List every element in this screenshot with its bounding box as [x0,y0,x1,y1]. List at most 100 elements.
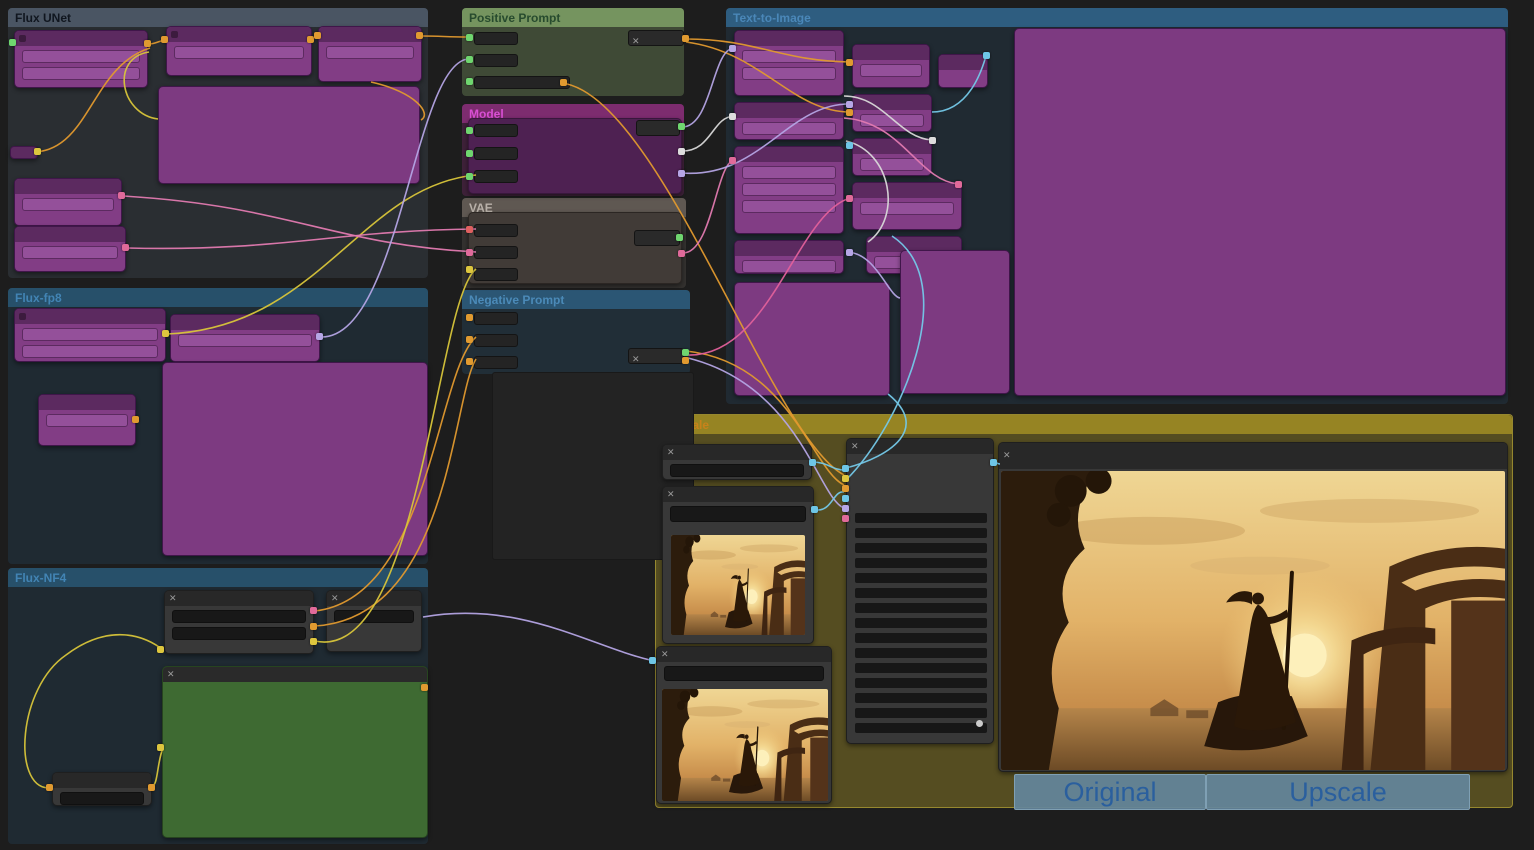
group-header[interactable]: Positive Prompt [462,8,684,27]
socket[interactable] [9,39,16,46]
socket[interactable] [649,657,656,664]
list-item[interactable] [855,633,987,643]
socket[interactable] [466,358,473,365]
workflow-node[interactable] [38,394,136,446]
socket[interactable] [809,459,816,466]
collapse-icon[interactable]: ✕ [667,488,675,501]
socket[interactable] [34,148,41,155]
node-widget[interactable] [474,54,518,67]
node-titlebar[interactable] [853,183,961,198]
workflow-node[interactable] [162,362,428,556]
workflow-node[interactable] [734,240,844,274]
collapse-icon[interactable]: ✕ [1003,449,1011,462]
socket[interactable] [310,638,317,645]
node-widget[interactable] [474,76,570,89]
group-header[interactable]: Text-to-Image [726,8,1508,27]
workflow-node[interactable] [14,30,148,88]
socket[interactable] [466,336,473,343]
node-titlebar[interactable]: ✕ [657,647,831,662]
node-titlebar[interactable] [939,55,987,70]
socket[interactable] [676,234,683,241]
socket[interactable] [421,684,428,691]
node-widget[interactable] [474,32,518,45]
collapsed-node[interactable]: ✕ [628,348,684,364]
node-widget[interactable] [474,224,518,237]
collapse-icon[interactable]: ✕ [632,354,640,364]
workflow-node[interactable] [938,54,988,88]
socket[interactable] [310,623,317,630]
socket[interactable] [162,330,169,337]
socket[interactable] [729,157,736,164]
socket[interactable] [983,52,990,59]
node-widget[interactable] [742,200,836,213]
workflow-node[interactable] [734,102,844,140]
node-widget[interactable] [174,46,304,59]
node-titlebar[interactable] [735,147,843,162]
workflow-node[interactable] [158,86,420,184]
socket[interactable] [678,250,685,257]
socket[interactable] [678,170,685,177]
workflow-node[interactable] [734,146,844,234]
collapse-icon[interactable]: ✕ [667,446,675,459]
node-widget[interactable] [474,356,518,369]
node-widget[interactable] [22,50,140,63]
group-header[interactable]: Flux-NF4 [8,568,428,587]
workflow-node[interactable] [166,26,312,76]
socket[interactable] [842,485,849,492]
socket[interactable] [466,150,473,157]
workflow-node[interactable]: ✕ [656,646,832,804]
socket[interactable] [416,32,423,39]
original-button[interactable]: Original [1014,774,1206,810]
socket[interactable] [46,784,53,791]
collapse-icon[interactable]: ✕ [331,592,339,605]
socket[interactable] [842,505,849,512]
group-header[interactable]: Upscale [656,415,1512,434]
socket[interactable] [846,195,853,202]
socket[interactable] [846,142,853,149]
node-widget[interactable] [334,610,414,623]
socket[interactable] [560,79,567,86]
collapse-box-icon[interactable] [19,313,26,320]
node-titlebar[interactable] [171,315,319,330]
socket[interactable] [161,36,168,43]
node-widget[interactable] [474,268,518,281]
collapse-icon[interactable]: ✕ [632,36,640,46]
socket[interactable] [144,40,151,47]
node-widget[interactable] [474,246,518,259]
group-header[interactable]: Flux-fp8 [8,288,428,307]
socket[interactable] [846,249,853,256]
socket[interactable] [316,333,323,340]
workflow-node[interactable] [52,772,152,806]
node-titlebar[interactable] [735,31,843,46]
workflow-node[interactable] [14,226,126,272]
socket[interactable] [678,148,685,155]
node-widget[interactable] [742,183,836,196]
node-widget[interactable] [670,464,804,477]
node-widget[interactable] [172,610,306,623]
workflow-node[interactable] [14,308,166,362]
socket[interactable] [682,35,689,42]
socket[interactable] [842,515,849,522]
workflow-node[interactable] [852,182,962,230]
socket[interactable] [811,506,818,513]
collapsed-node[interactable] [634,230,680,246]
node-widget[interactable] [474,170,518,183]
node-widget[interactable] [742,260,836,273]
socket[interactable] [466,249,473,256]
node-titlebar[interactable] [167,27,311,42]
node-widget[interactable] [172,627,306,640]
node-widget[interactable] [22,198,114,211]
node-titlebar[interactable]: ✕ [165,591,313,606]
socket[interactable] [157,646,164,653]
list-item[interactable] [855,648,987,658]
socket[interactable] [466,127,473,134]
node-widget[interactable] [742,122,836,135]
socket[interactable] [929,137,936,144]
node-titlebar[interactable]: ✕ [663,487,813,502]
socket[interactable] [466,34,473,41]
workflow-node[interactable]: ✕ [662,444,812,480]
scroll-handle[interactable] [976,720,983,727]
node-widget[interactable] [742,166,836,179]
socket[interactable] [310,607,317,614]
socket[interactable] [729,45,736,52]
